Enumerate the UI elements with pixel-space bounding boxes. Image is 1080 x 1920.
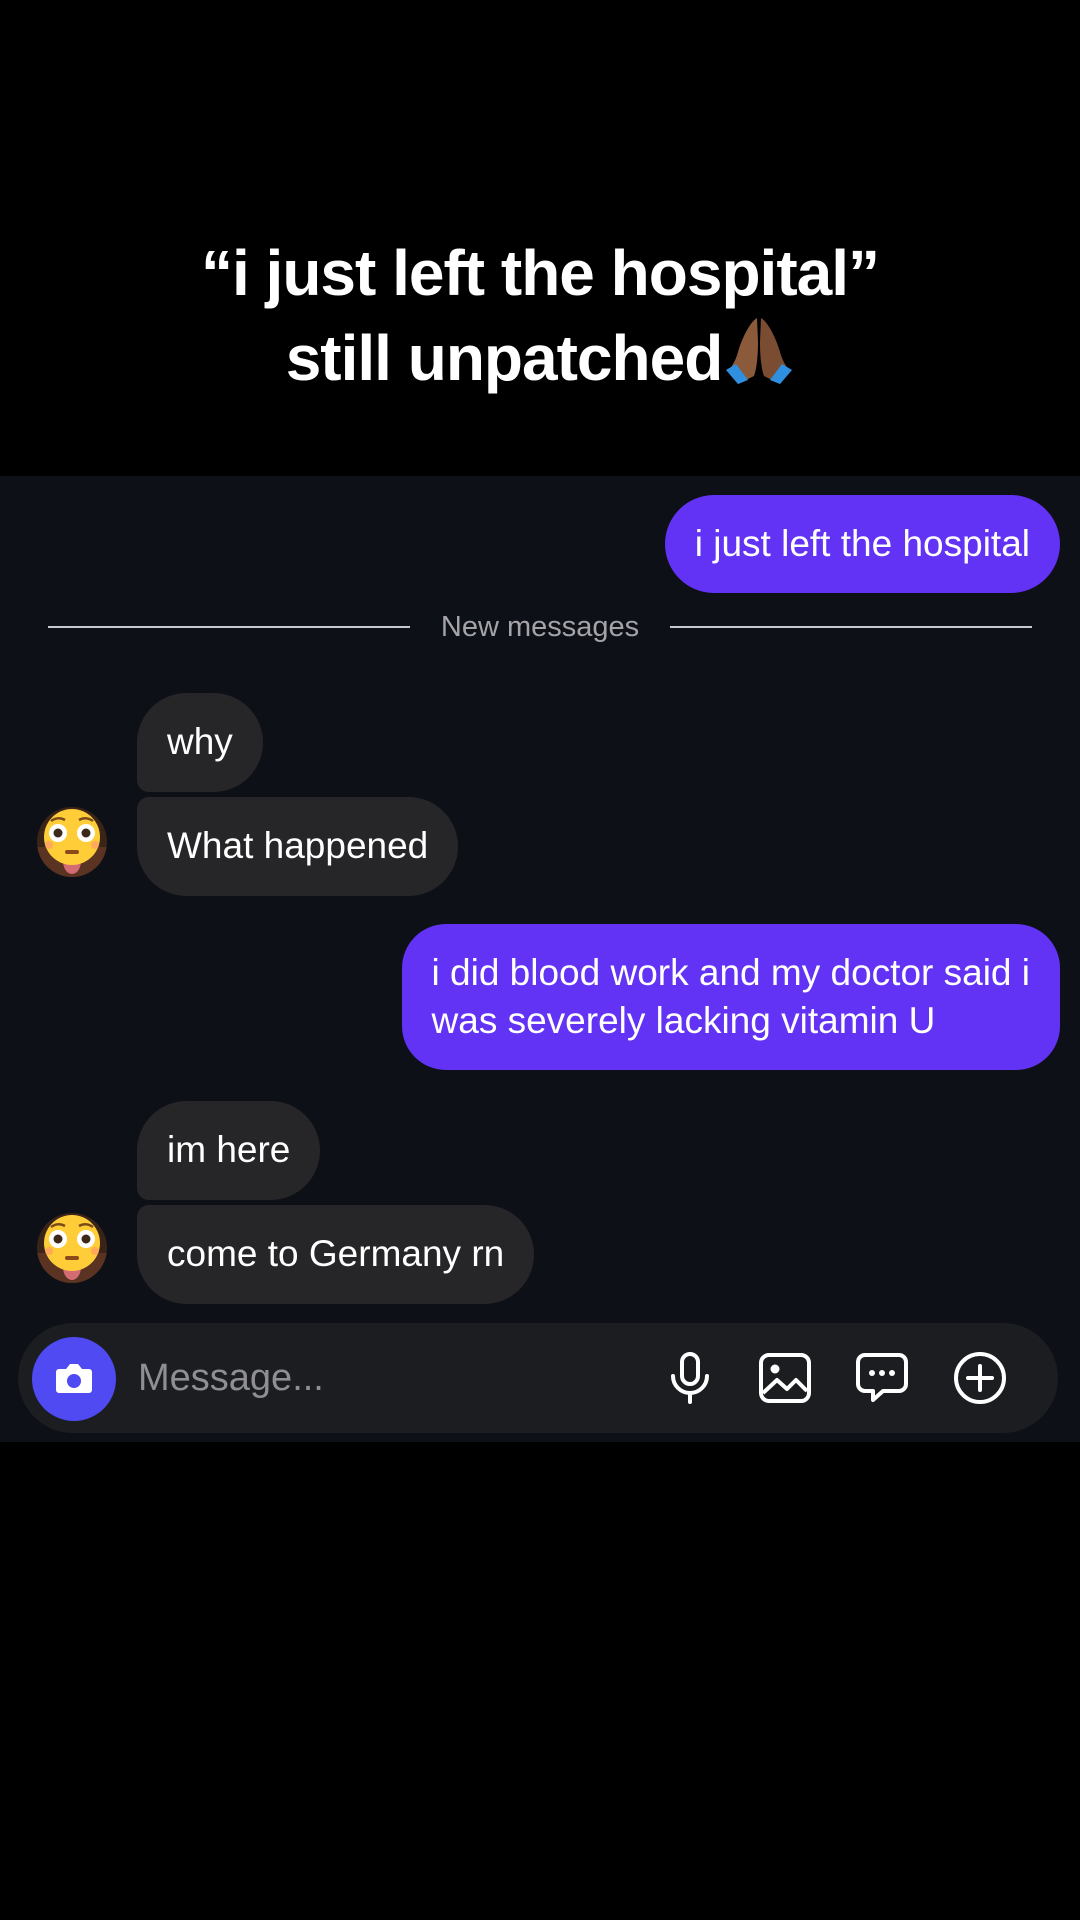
caption-line-1: “i just left the hospital” [200,237,880,309]
chat-bubble-icon [856,1353,908,1402]
chat-sticker-button[interactable] [853,1349,911,1407]
message-text-line-2: was severely lacking vitamin U [431,1000,936,1041]
gallery-icon [759,1353,811,1403]
plus-circle-icon [954,1352,1006,1404]
folded-hands-emoji-icon [724,314,794,405]
camera-icon [56,1364,92,1393]
contact-avatar[interactable] [37,807,107,877]
message-text-line-1: i did blood work and my doctor said i [431,952,1030,993]
message-bubble-received[interactable]: im here [137,1101,321,1200]
contact-avatar[interactable] [37,1213,107,1283]
message-input[interactable]: Message... [138,1355,324,1401]
conversation-panel: i just left the hospital New messages wh… [0,476,1080,1442]
message-composer: Message... [18,1323,1058,1433]
message-text: why [167,721,233,762]
new-messages-divider: New messages [48,609,1032,645]
message-bubble-received[interactable]: why [137,693,263,792]
message-text: What happened [167,825,429,866]
caption-line-2: still unpatched [0,314,1080,405]
message-bubble-sent[interactable]: i did blood work and my doctor said i wa… [401,924,1060,1070]
divider-line-right [670,626,1032,628]
microphone-button[interactable] [661,1349,719,1407]
overlay-caption: “i just left the hospital” still unpatch… [0,232,1080,405]
message-text: i just left the hospital [694,523,1030,564]
message-bubble-received[interactable]: What happened [137,797,459,896]
message-text: im here [167,1129,291,1170]
microphone-icon [671,1352,709,1404]
camera-button[interactable] [32,1337,116,1421]
message-bubble-sent[interactable]: i just left the hospital [664,495,1060,593]
message-text: come to Germany rn [167,1233,505,1274]
message-bubble-received[interactable]: come to Germany rn [137,1205,535,1304]
add-button[interactable] [951,1349,1009,1407]
caption-line-2-text: still unpatched [285,322,724,394]
gallery-button[interactable] [756,1349,814,1407]
video-frame: “i just left the hospital” still unpatch… [0,0,1080,1920]
